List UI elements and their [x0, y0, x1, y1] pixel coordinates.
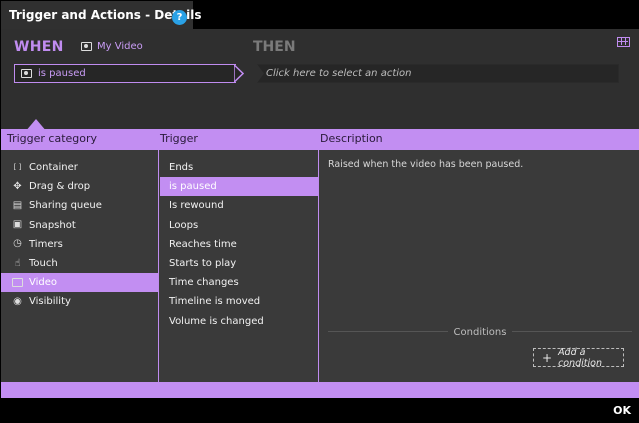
- trigger-category-list: [ ] Container ✥ Drag & drop ▤ Sharing queue ▣ S…: [1, 150, 159, 382]
- help-icon[interactable]: ?: [172, 10, 187, 25]
- add-condition-label: Add a condition: [558, 346, 602, 369]
- trigger-actions-dialog: Trigger and Actions - Details ? WHEN My …: [0, 0, 639, 423]
- video-icon: [21, 69, 32, 78]
- when-then-area: WHEN My Video THEN is paused Click here …: [1, 29, 639, 129]
- category-item-label: Video: [29, 277, 58, 289]
- touch-icon: ☝: [14, 257, 21, 269]
- title-bar: Trigger and Actions - Details ?: [1, 1, 639, 29]
- trigger-item[interactable]: Loops: [160, 216, 318, 235]
- action-field-notch: [257, 64, 265, 87]
- trigger-item[interactable]: Timeline is moved: [160, 292, 318, 311]
- description-text: Raised when the video has been paused.: [328, 159, 524, 170]
- category-item-label: Snapshot: [29, 219, 76, 231]
- category-item-drag-drop[interactable]: ✥ Drag & drop: [1, 177, 158, 196]
- description-header: Description: [320, 132, 383, 145]
- selected-trigger-text: is paused: [38, 68, 86, 79]
- eye-icon: ◉: [13, 295, 22, 307]
- category-item-label: Timers: [29, 238, 63, 250]
- title-tab: Trigger and Actions - Details: [1, 1, 202, 29]
- trigger-item[interactable]: Volume is changed: [160, 312, 318, 331]
- selected-trigger-field[interactable]: is paused: [14, 64, 236, 83]
- category-item-label: Touch: [29, 258, 58, 270]
- trigger-item[interactable]: is paused: [160, 177, 318, 197]
- category-item-sharing-queue[interactable]: ▤ Sharing queue: [1, 196, 158, 215]
- category-item-label: Drag & drop: [29, 181, 91, 193]
- trigger-item[interactable]: Is rewound: [160, 196, 318, 215]
- description-panel: Raised when the video has been paused. C…: [320, 150, 639, 382]
- select-action-field[interactable]: Click here to select an action: [257, 64, 619, 83]
- conditions-label: Conditions: [447, 327, 513, 338]
- footer-bar: OK: [1, 398, 639, 423]
- select-action-placeholder: Click here to select an action: [266, 68, 412, 79]
- container-icon: [ ]: [13, 163, 22, 172]
- sharing-queue-icon: ▤: [12, 199, 23, 211]
- category-item-timers[interactable]: ◷ Timers: [1, 235, 158, 254]
- category-item-visibility[interactable]: ◉ Visibility: [1, 292, 158, 311]
- trigger-object[interactable]: My Video: [81, 41, 143, 52]
- drag-drop-icon: ✥: [13, 180, 22, 192]
- category-item-container[interactable]: [ ] Container: [1, 158, 158, 177]
- trigger-object-name: My Video: [97, 41, 143, 52]
- timer-icon: ◷: [13, 238, 22, 250]
- category-item-video[interactable]: Video: [1, 273, 158, 293]
- category-item-snapshot[interactable]: ▣ Snapshot: [1, 216, 158, 235]
- when-label: WHEN: [14, 39, 64, 55]
- category-item-touch[interactable]: ☝ Touch: [1, 254, 158, 273]
- trigger-item[interactable]: Starts to play: [160, 254, 318, 273]
- category-item-label: Container: [29, 162, 78, 174]
- video-icon: [12, 278, 23, 288]
- conditions-label-row: Conditions: [320, 327, 639, 338]
- trigger-list: Ends is paused Is rewound Loops Reaches time…: [160, 150, 319, 382]
- then-label: THEN: [253, 39, 296, 55]
- trigger-item[interactable]: Reaches time: [160, 235, 318, 254]
- trigger-header: Trigger: [160, 132, 198, 145]
- trigger-item[interactable]: Time changes: [160, 273, 318, 292]
- layout-grid-icon[interactable]: [617, 37, 630, 47]
- trigger-category-header: Trigger category: [7, 132, 98, 145]
- bottom-strip: [1, 382, 639, 398]
- category-item-label: Visibility: [29, 296, 71, 308]
- video-icon: [81, 42, 92, 51]
- ok-button[interactable]: OK: [613, 404, 631, 417]
- category-item-label: Sharing queue: [29, 200, 102, 212]
- snapshot-icon: ▣: [12, 219, 23, 231]
- add-condition-button[interactable]: + Add a condition: [533, 346, 624, 369]
- trigger-item[interactable]: Ends: [160, 158, 318, 177]
- plus-icon: +: [542, 350, 553, 365]
